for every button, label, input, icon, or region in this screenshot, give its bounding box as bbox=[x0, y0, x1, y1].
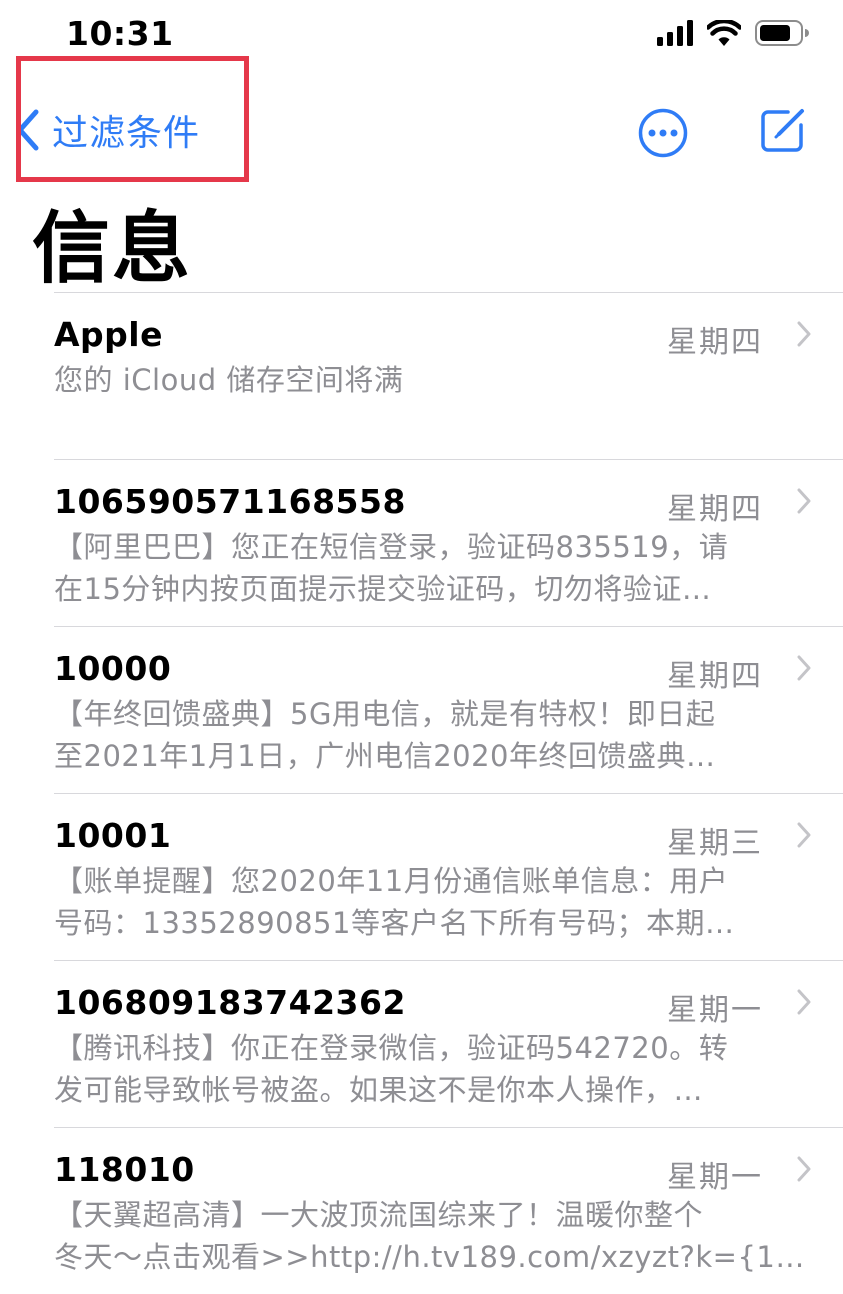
message-sender: 10000 bbox=[54, 649, 172, 688]
message-preview: 【天翼超高清】一大波顶流国综来了！温暖你整个 冬天～点击观看>>http://h… bbox=[54, 1194, 806, 1278]
message-preview-line: 【天翼超高清】一大波顶流国综来了！温暖你整个 bbox=[54, 1198, 704, 1232]
message-row[interactable]: 106590571168558 星期四 【阿里巴巴】您正在短信登录，验证码835… bbox=[54, 459, 843, 626]
message-preview-line: 您的 iCloud 储存空间将满 bbox=[54, 363, 404, 397]
chevron-right-icon bbox=[797, 321, 811, 347]
message-preview-line: 发可能导致帐号被盗。如果这不是你本人操作，… bbox=[54, 1073, 704, 1107]
message-row[interactable]: Apple 星期四 您的 iCloud 储存空间将满 bbox=[54, 292, 843, 459]
message-sender: 10001 bbox=[54, 816, 172, 855]
message-sender: 106590571168558 bbox=[54, 482, 406, 521]
message-list: Apple 星期四 您的 iCloud 储存空间将满 1065905711685… bbox=[54, 292, 843, 1294]
message-row[interactable]: 10000 星期四 【年终回馈盛典】5G用电信，就是有特权！即日起 至2021年… bbox=[54, 626, 843, 793]
message-preview-line: 冬天～点击观看>>http://h.tv189.com/xzyzt?k={1}… bbox=[54, 1240, 806, 1274]
message-preview: 【腾讯科技】你正在登录微信，验证码542720。转 发可能导致帐号被盗。如果这不… bbox=[54, 1027, 806, 1111]
message-preview-line: 【年终回馈盛典】5G用电信，就是有特权！即日起 bbox=[54, 697, 716, 731]
status-icons bbox=[657, 20, 809, 46]
chevron-right-icon bbox=[797, 1156, 811, 1182]
message-row[interactable]: 106809183742362 星期一 【腾讯科技】你正在登录微信，验证码542… bbox=[54, 960, 843, 1127]
battery-icon bbox=[755, 20, 809, 46]
message-row[interactable]: 118010 星期一 【天翼超高清】一大波顶流国综来了！温暖你整个 冬天～点击观… bbox=[54, 1127, 843, 1294]
message-date: 星期四 bbox=[667, 659, 763, 694]
message-sender: 118010 bbox=[54, 1150, 195, 1189]
status-bar: 10:31 bbox=[0, 0, 843, 60]
status-time: 10:31 bbox=[66, 14, 174, 53]
message-sender: Apple bbox=[54, 315, 163, 354]
chevron-right-icon bbox=[797, 822, 811, 848]
page-title: 信息 bbox=[32, 204, 193, 294]
message-date: 星期四 bbox=[667, 492, 763, 527]
message-preview-line: 【腾讯科技】你正在登录微信，验证码542720。转 bbox=[54, 1031, 729, 1065]
chevron-right-icon bbox=[797, 989, 811, 1015]
more-button[interactable] bbox=[638, 108, 688, 162]
message-preview-line: 至2021年1月1日，广州电信2020年终回馈盛典… bbox=[54, 739, 716, 773]
message-preview-line: 在15分钟内按页面提示提交验证码，切勿将验证… bbox=[54, 572, 712, 606]
message-row[interactable]: 10001 星期三 【账单提醒】您2020年11月份通信账单信息：用户 号码：1… bbox=[54, 793, 843, 960]
signal-icon bbox=[657, 20, 693, 46]
message-date: 星期四 bbox=[667, 325, 763, 360]
message-preview: 【账单提醒】您2020年11月份通信账单信息：用户 号码：13352890851… bbox=[54, 860, 806, 944]
wifi-icon bbox=[707, 20, 741, 46]
chevron-right-icon bbox=[797, 655, 811, 681]
message-date: 星期一 bbox=[667, 1160, 763, 1195]
message-preview: 【阿里巴巴】您正在短信登录，验证码835519，请 在15分钟内按页面提示提交验… bbox=[54, 526, 806, 610]
highlight-box bbox=[16, 56, 249, 182]
message-date: 星期一 bbox=[667, 993, 763, 1028]
compose-button[interactable] bbox=[758, 104, 808, 158]
chevron-right-icon bbox=[797, 488, 811, 514]
message-preview: 【年终回馈盛典】5G用电信，就是有特权！即日起 至2021年1月1日，广州电信2… bbox=[54, 693, 806, 777]
message-preview: 您的 iCloud 储存空间将满 bbox=[54, 359, 806, 401]
ellipsis-circle-icon bbox=[638, 108, 688, 158]
message-date: 星期三 bbox=[667, 826, 763, 861]
message-preview-line: 【账单提醒】您2020年11月份通信账单信息：用户 bbox=[54, 864, 729, 898]
message-preview-line: 号码：13352890851等客户名下所有号码；本期… bbox=[54, 906, 735, 940]
message-preview-line: 【阿里巴巴】您正在短信登录，验证码835519，请 bbox=[54, 530, 729, 564]
compose-icon bbox=[761, 109, 804, 152]
message-sender: 106809183742362 bbox=[54, 983, 406, 1022]
